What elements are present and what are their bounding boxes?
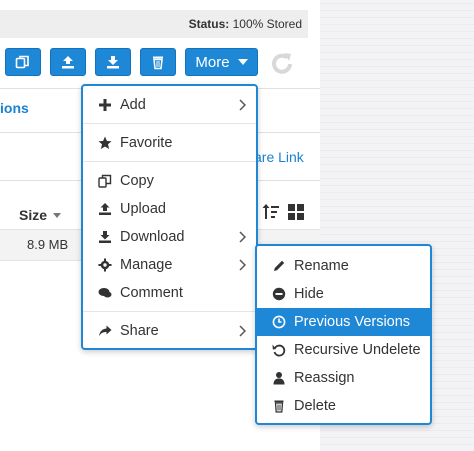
menu-item-favorite[interactable]: Favorite <box>83 129 256 157</box>
menu-divider <box>83 123 256 124</box>
submenu-item-reassign[interactable]: Reassign <box>257 364 430 392</box>
menu-item-label: Add <box>120 97 146 113</box>
submenu-item-label: Rename <box>294 258 349 274</box>
submenu-item-rename[interactable]: Rename <box>257 252 430 280</box>
submenu-item-delete[interactable]: Delete <box>257 392 430 420</box>
more-button[interactable]: More <box>185 48 258 76</box>
file-size: 8.9 MB <box>27 237 69 252</box>
copy-icon <box>98 174 112 188</box>
status-text: Status: 100% Stored <box>188 17 302 31</box>
menu-item-label: Comment <box>120 285 183 301</box>
copy-icon <box>15 55 29 69</box>
manage-submenu: Rename Hide Previous Versions Recursive … <box>255 244 432 425</box>
menu-divider <box>83 311 256 312</box>
clock-icon <box>272 315 286 329</box>
status-bar: Status: 100% Stored <box>0 10 308 38</box>
submenu-item-label: Delete <box>294 398 336 414</box>
sort-caret-icon <box>53 212 62 218</box>
trash-icon <box>153 56 163 70</box>
plus-icon <box>99 99 111 111</box>
menu-item-label: Share <box>120 323 159 339</box>
menu-item-manage[interactable]: Manage <box>83 251 256 279</box>
user-icon <box>273 372 285 385</box>
upload-icon <box>99 203 111 215</box>
more-menu: Add Favorite Copy Upload Download Manage… <box>81 84 258 350</box>
refresh-icon[interactable] <box>268 50 296 78</box>
pencil-icon <box>274 260 285 271</box>
chevron-right-icon <box>239 231 246 243</box>
menu-item-label: Manage <box>120 257 173 273</box>
menu-item-upload[interactable]: Upload <box>83 195 256 223</box>
menu-item-label: Copy <box>120 173 154 189</box>
upload-icon <box>62 56 74 69</box>
menu-divider <box>83 161 256 162</box>
minus-circle-icon <box>272 287 286 301</box>
share-link[interactable]: are Link <box>254 149 304 165</box>
menu-item-copy[interactable]: Copy <box>83 167 256 195</box>
submenu-item-label: Previous Versions <box>294 314 411 330</box>
menu-item-label: Favorite <box>120 135 173 151</box>
more-label: More <box>195 53 230 71</box>
versions-link[interactable]: ions <box>0 100 29 116</box>
toolbar: More <box>0 46 320 80</box>
download-button[interactable] <box>95 48 131 76</box>
download-icon <box>99 231 111 243</box>
submenu-item-previous-versions[interactable]: Previous Versions <box>257 308 430 336</box>
copy-button[interactable] <box>5 48 41 76</box>
delete-button[interactable] <box>140 48 176 76</box>
chevron-right-icon <box>239 259 246 271</box>
download-icon <box>107 56 119 69</box>
menu-item-label: Upload <box>120 201 166 217</box>
submenu-item-label: Recursive Undelete <box>294 342 421 358</box>
star-icon <box>98 136 112 149</box>
chevron-right-icon <box>239 99 246 111</box>
size-header-label: Size <box>19 207 48 223</box>
submenu-item-hide[interactable]: Hide <box>257 280 430 308</box>
menu-item-label: Download <box>120 229 185 245</box>
undo-icon <box>272 344 286 357</box>
submenu-item-label: Reassign <box>294 370 355 386</box>
size-column-header[interactable]: Size <box>19 207 62 223</box>
gear-icon <box>98 258 112 272</box>
menu-item-share[interactable]: Share <box>83 317 256 345</box>
comment-icon <box>98 288 112 298</box>
menu-item-download[interactable]: Download <box>83 223 256 251</box>
share-icon <box>99 325 112 337</box>
menu-item-add[interactable]: Add <box>83 91 256 119</box>
chevron-right-icon <box>239 325 246 337</box>
submenu-item-label: Hide <box>294 286 324 302</box>
caret-down-icon <box>237 59 248 65</box>
submenu-item-recursive-undelete[interactable]: Recursive Undelete <box>257 336 430 364</box>
upload-button[interactable] <box>50 48 86 76</box>
menu-item-comment[interactable]: Comment <box>83 279 256 307</box>
trash-icon <box>274 400 284 413</box>
sort-icon[interactable] <box>262 203 280 221</box>
grid-view-icon[interactable] <box>287 203 305 221</box>
